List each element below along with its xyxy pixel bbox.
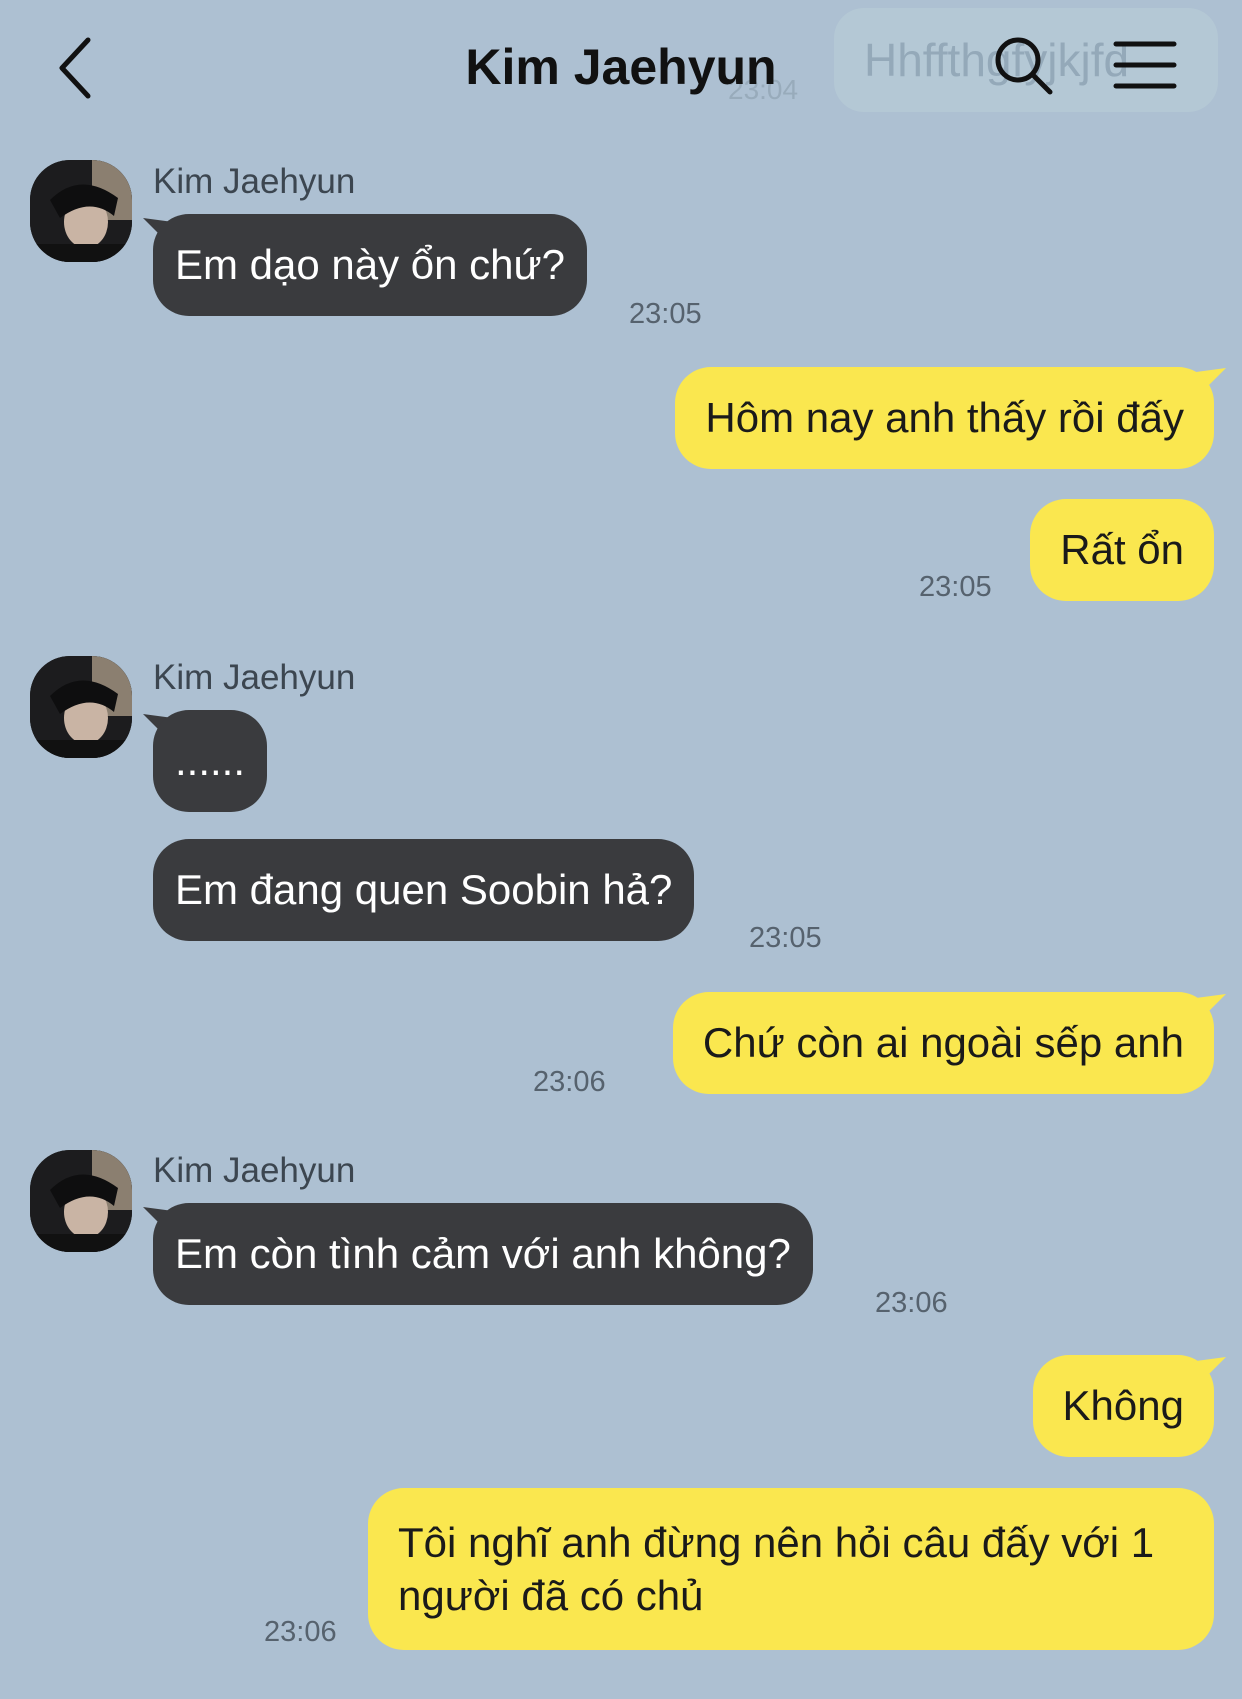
search-icon bbox=[995, 37, 1053, 95]
outgoing-message[interactable]: Hôm nay anh thấy rồi đấy bbox=[675, 367, 1214, 469]
incoming-message[interactable]: Em đang quen Soobin hả? bbox=[153, 839, 695, 941]
avatar[interactable] bbox=[30, 160, 132, 262]
message-time: 23:05 bbox=[629, 298, 702, 330]
outgoing-message[interactable]: Chứ còn ai ngoài sếp anh bbox=[672, 992, 1214, 1094]
incoming-message[interactable]: Em còn tình cảm với anh không? bbox=[153, 1203, 813, 1305]
avatar[interactable] bbox=[30, 656, 132, 758]
menu-icon bbox=[1113, 41, 1177, 89]
message-time: 23:06 bbox=[875, 1287, 948, 1319]
avatar-photo bbox=[30, 656, 132, 758]
outgoing-message[interactable]: Tôi nghĩ anh đừng nên hỏi câu đấy với 1 … bbox=[368, 1488, 1214, 1650]
avatar-photo bbox=[30, 1150, 132, 1252]
chat-header: Hhffthgfyjkjfd 23:04 Kim Jaehyun bbox=[0, 0, 1242, 130]
menu-button[interactable] bbox=[1112, 38, 1178, 92]
avatar-photo bbox=[30, 160, 132, 262]
sender-name: Kim Jaehyun bbox=[153, 162, 356, 201]
outgoing-message[interactable]: Rất ổn bbox=[1030, 499, 1214, 601]
avatar[interactable] bbox=[30, 1150, 132, 1252]
incoming-message[interactable]: Em dạo này ổn chứ? bbox=[153, 214, 588, 316]
sender-name: Kim Jaehyun bbox=[153, 658, 356, 697]
message-time: 23:06 bbox=[264, 1616, 337, 1648]
search-button[interactable] bbox=[992, 34, 1056, 98]
message-time: 23:05 bbox=[919, 571, 992, 603]
ghost-timestamp: 23:04 bbox=[728, 74, 799, 105]
back-icon bbox=[59, 37, 91, 99]
back-button[interactable] bbox=[52, 32, 112, 104]
incoming-message[interactable]: ...... bbox=[153, 710, 268, 812]
message-time: 23:06 bbox=[533, 1066, 606, 1098]
message-time: 23:05 bbox=[749, 922, 822, 954]
sender-name: Kim Jaehyun bbox=[153, 1151, 356, 1190]
outgoing-message[interactable]: Không bbox=[1032, 1355, 1214, 1457]
